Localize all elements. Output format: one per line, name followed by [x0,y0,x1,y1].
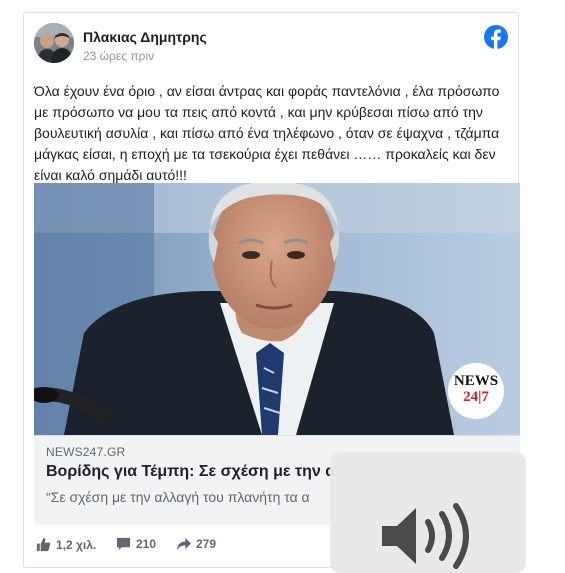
shares-count[interactable]: 279 [176,537,216,551]
facebook-logo-icon[interactable] [484,25,508,49]
thumbs-up-icon [36,537,51,552]
link-title[interactable]: Βορίδης για Τέμπη: Σε σχέση με την α [46,463,335,481]
volume-overlay [330,452,526,573]
post-text: Όλα έχουν ένα όριο , αν είσαι άντρας και… [34,83,500,183]
shares-label: 279 [196,537,217,551]
likes-count[interactable]: 1,2 χιλ. [36,537,96,552]
author-avatar[interactable] [34,23,74,63]
comments-count[interactable]: 210 [116,537,156,551]
link-domain: NEWS247.GR [46,445,126,459]
share-arrow-icon [176,537,191,551]
news247-watermark: NEWS 24|7 [448,373,504,405]
post-header: Πλακιας Δημητρης 23 ώρες πριν [34,23,508,67]
watermark-news: NEWS [453,373,499,389]
link-preview-image[interactable]: NEWS 24|7 [34,183,520,435]
comments-label: 210 [136,537,157,551]
speaker-volume-icon [382,503,469,569]
link-description: “Σε σχέση με την αλλαγή του πλανήτη τα α [46,489,310,505]
post-timestamp[interactable]: 23 ώρες πριν [83,49,154,63]
author-name[interactable]: Πλακιας Δημητρης [83,29,207,45]
watermark-247: 24|7 [463,389,489,405]
comment-bubble-icon [116,537,131,551]
likes-label: 1,2 χιλ. [56,537,97,552]
